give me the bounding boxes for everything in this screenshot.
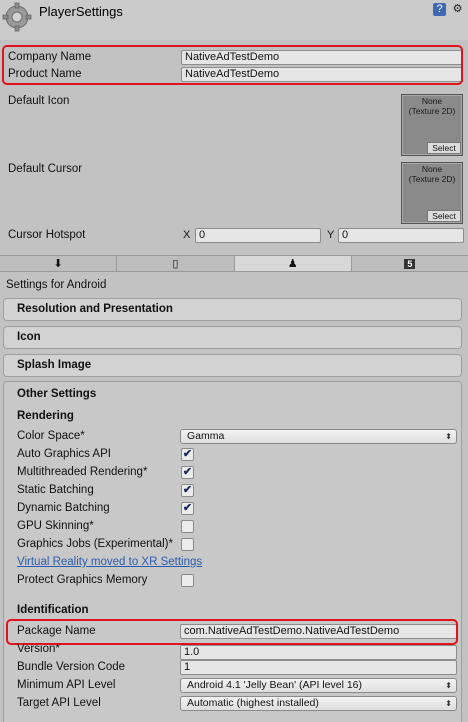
- chevron-updown-icon: ⬍: [445, 432, 452, 441]
- section-title: Splash Image: [17, 359, 92, 371]
- identification-heading: Identification: [17, 604, 89, 616]
- standalone-download-icon: ⬇: [53, 258, 63, 270]
- section-icon[interactable]: Icon: [3, 326, 462, 349]
- section-resolution[interactable]: Resolution and Presentation: [3, 298, 462, 321]
- section-title: Icon: [17, 331, 41, 343]
- texture-type-text: (Texture 2D): [408, 106, 456, 116]
- color-space-dropdown[interactable]: Gamma ⬍: [180, 429, 457, 444]
- section-splash[interactable]: Splash Image: [3, 354, 462, 377]
- dropdown-value: Automatic (highest installed): [187, 697, 319, 709]
- static-batching-label: Static Batching: [17, 484, 94, 496]
- dynamic-batching-label: Dynamic Batching: [17, 502, 110, 514]
- protect-memory-checkbox[interactable]: [181, 574, 194, 587]
- section-other-title[interactable]: Other Settings: [17, 388, 96, 400]
- mobile-phone-icon: ▯: [172, 258, 179, 270]
- hotspot-y-label: Y: [327, 229, 335, 241]
- auto-graphics-label: Auto Graphics API: [17, 448, 111, 460]
- tab-webgl[interactable]: 5: [351, 256, 468, 271]
- chevron-updown-icon: ⬍: [445, 699, 452, 708]
- hotspot-x-label: X: [183, 229, 191, 241]
- version-field[interactable]: 1.0: [180, 645, 457, 660]
- protect-memory-label: Protect Graphics Memory: [17, 574, 148, 586]
- multithreaded-label: Multithreaded Rendering*: [17, 466, 148, 478]
- page-title: PlayerSettings: [39, 4, 123, 19]
- color-space-label: Color Space*: [17, 430, 85, 442]
- default-icon-slot[interactable]: None (Texture 2D) Select: [401, 94, 463, 156]
- tab-standalone[interactable]: ⬇: [0, 256, 118, 271]
- settings-for-heading: Settings for Android: [6, 279, 107, 291]
- android-icon: ♟: [287, 258, 298, 270]
- bundle-version-field[interactable]: 1: [180, 660, 457, 675]
- highlight-box-identity: [2, 45, 463, 85]
- cursor-hotspot-label: Cursor Hotspot: [8, 229, 86, 241]
- select-button[interactable]: Select: [427, 210, 461, 222]
- section-title: Resolution and Presentation: [17, 303, 173, 315]
- highlight-box-package: [6, 619, 458, 645]
- bundle-version-label: Bundle Version Code: [17, 661, 126, 673]
- inspector-header: PlayerSettings ? ⚙: [0, 0, 468, 40]
- auto-graphics-checkbox[interactable]: ✔: [181, 448, 194, 461]
- graphics-jobs-label: Graphics Jobs (Experimental)*: [17, 538, 173, 550]
- target-api-label: Target API Level: [17, 697, 101, 709]
- gpu-skinning-label: GPU Skinning*: [17, 520, 94, 532]
- min-api-dropdown[interactable]: Android 4.1 'Jelly Bean' (API level 16) …: [180, 678, 457, 693]
- multithreaded-checkbox[interactable]: ✔: [181, 466, 194, 479]
- hotspot-y-field[interactable]: 0: [338, 228, 464, 243]
- rendering-heading: Rendering: [17, 410, 74, 422]
- gear-icon[interactable]: ⚙: [451, 3, 464, 16]
- dynamic-batching-checkbox[interactable]: ✔: [181, 502, 194, 515]
- tab-ios[interactable]: ▯: [117, 256, 235, 271]
- hotspot-x-field[interactable]: 0: [195, 228, 321, 243]
- dropdown-value: Android 4.1 'Jelly Bean' (API level 16): [187, 679, 363, 691]
- select-button[interactable]: Select: [427, 142, 461, 154]
- version-label: Version*: [17, 643, 60, 655]
- default-cursor-label: Default Cursor: [8, 163, 83, 175]
- vr-settings-link[interactable]: Virtual Reality moved to XR Settings: [17, 556, 202, 568]
- gpu-skinning-checkbox[interactable]: [181, 520, 194, 533]
- player-settings-gear-icon: [2, 2, 32, 32]
- static-batching-checkbox[interactable]: ✔: [181, 484, 194, 497]
- html5-icon: 5: [404, 258, 416, 269]
- chevron-updown-icon: ⬍: [445, 681, 452, 690]
- graphics-jobs-checkbox[interactable]: [181, 538, 194, 551]
- dropdown-value: Gamma: [187, 430, 225, 442]
- target-api-dropdown[interactable]: Automatic (highest installed) ⬍: [180, 696, 457, 711]
- default-cursor-slot[interactable]: None (Texture 2D) Select: [401, 162, 463, 224]
- platform-tabs: ⬇ ▯ ♟ 5: [0, 255, 468, 272]
- default-icon-label: Default Icon: [8, 95, 70, 107]
- min-api-label: Minimum API Level: [17, 679, 116, 691]
- tab-android[interactable]: ♟: [234, 256, 352, 271]
- help-book-icon[interactable]: ?: [433, 3, 446, 16]
- texture-type-text: (Texture 2D): [408, 174, 456, 184]
